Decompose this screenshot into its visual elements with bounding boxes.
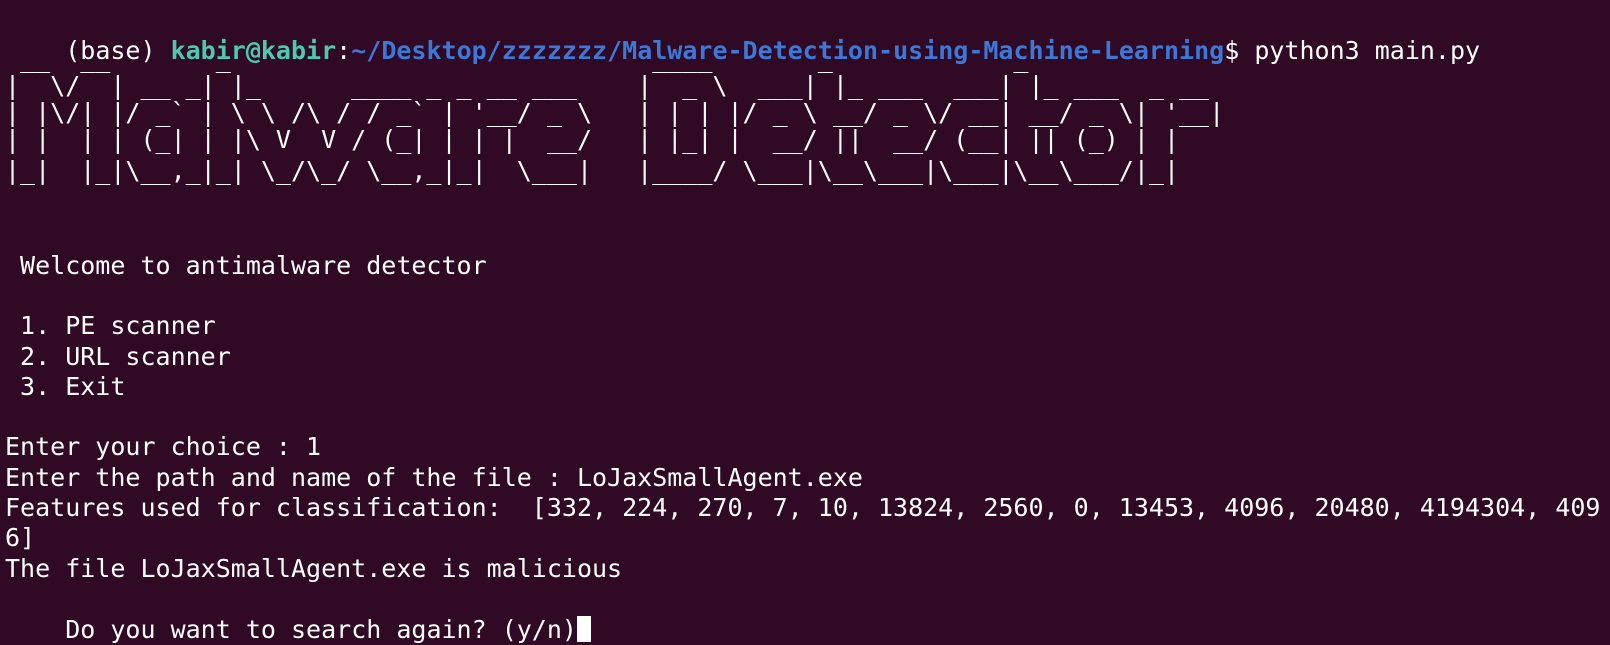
shell-prompt-line: (base) kabir@kabir:~/Desktop/zzzzzzz/Mal… bbox=[5, 4, 1480, 65]
welcome-message: Welcome to antimalware detector bbox=[5, 251, 487, 280]
menu-option-exit: 3. Exit bbox=[5, 372, 126, 401]
result-line: The file LoJaxSmallAgent.exe is maliciou… bbox=[5, 554, 623, 583]
file-path-line: Enter the path and name of the file : Lo… bbox=[5, 463, 863, 492]
search-again-line[interactable]: Do you want to search again? (y/n) bbox=[5, 583, 591, 644]
choice-line: Enter your choice : 1 bbox=[5, 432, 322, 461]
ascii-banner-line-3: | |\/| |/ _` | \ \ /\ / / _` | '__/ _ \ … bbox=[5, 98, 1225, 127]
ascii-banner-line-1: __ __ _ ____ _ _ bbox=[5, 44, 1029, 73]
ascii-banner-line-4: | | | | (_| | |\ V V / (_| | | | __/ | |… bbox=[5, 125, 1179, 154]
ascii-banner-line-2: | \/ | __ _| |_ ____ _ _ __ ___ | _ \ __… bbox=[5, 71, 1210, 100]
search-again-prompt: Do you want to search again? (y/n) bbox=[65, 615, 577, 644]
features-line-2: 6] bbox=[5, 523, 36, 552]
menu-option-url-scanner: 2. URL scanner bbox=[5, 342, 231, 371]
terminal-window[interactable]: (base) kabir@kabir:~/Desktop/zzzzzzz/Mal… bbox=[0, 0, 1610, 645]
command-text: python3 main.py bbox=[1254, 36, 1481, 65]
features-line-1: Features used for classification: [332, … bbox=[5, 493, 1601, 522]
prompt-symbol: $ bbox=[1224, 36, 1255, 65]
menu-option-pe-scanner: 1. PE scanner bbox=[5, 311, 216, 340]
ascii-banner-line-5: |_| |_|\__,_|_| \_/\_/ \__,_|_| \___| |_… bbox=[5, 156, 1179, 185]
text-cursor[interactable] bbox=[576, 616, 591, 642]
